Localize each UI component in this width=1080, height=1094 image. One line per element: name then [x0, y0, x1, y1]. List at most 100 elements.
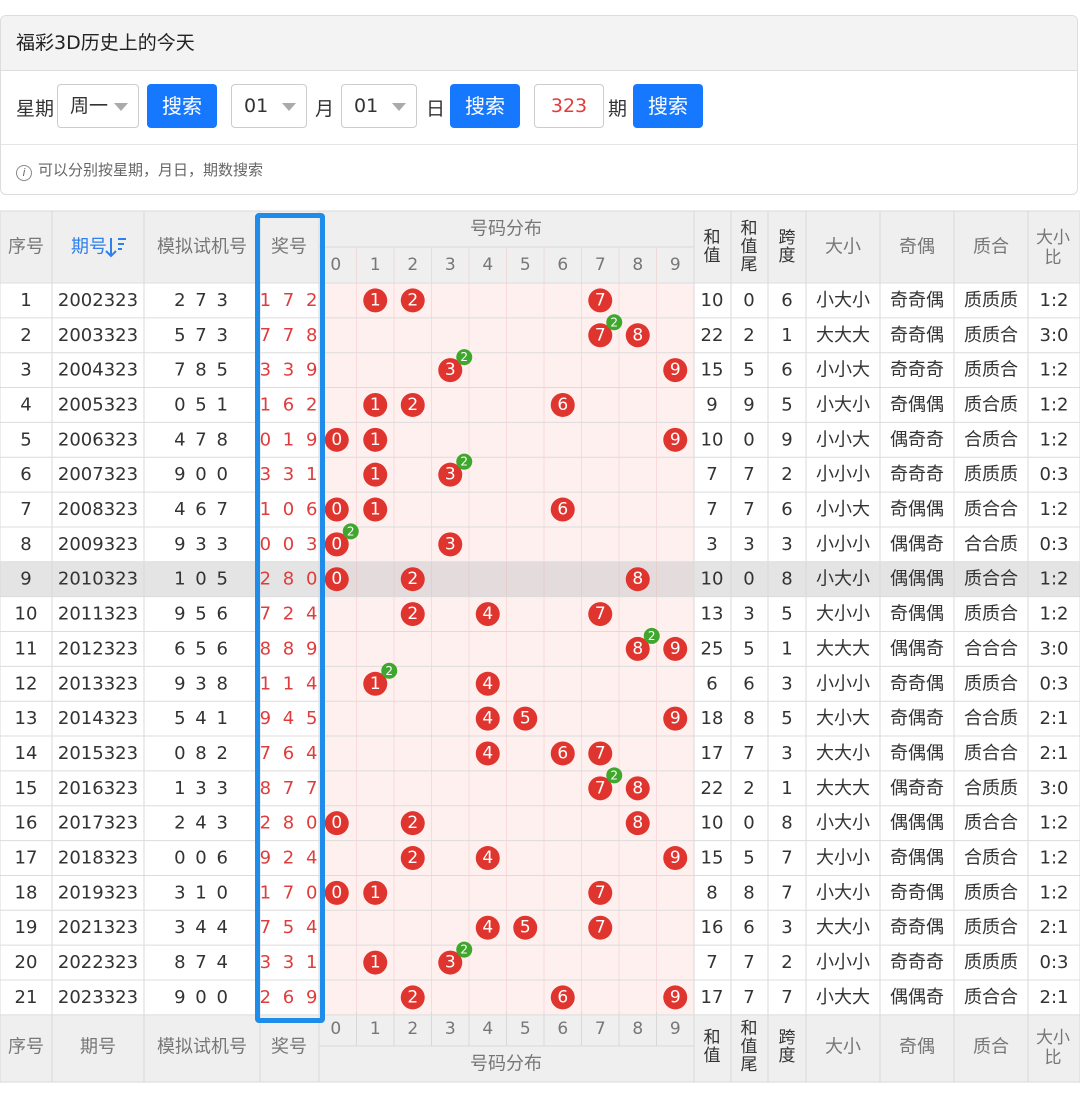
header-digit: 6: [557, 1019, 568, 1039]
cell-issue: 2016323: [58, 778, 138, 799]
header-sum: 和: [704, 228, 721, 248]
number-ball-digit: 1: [370, 953, 381, 973]
number-ball-digit: 7: [595, 604, 606, 624]
number-ball-digit: 4: [482, 848, 493, 868]
cell-prime: 质质质: [964, 290, 1018, 311]
header-size-ratio: 比: [1045, 1048, 1062, 1068]
cell-sum-tail: 7: [743, 987, 754, 1008]
number-ball-digit: 4: [482, 743, 493, 763]
cell-sum-tail: 0: [743, 813, 754, 834]
cell-ratio: 0:3: [1040, 534, 1069, 555]
repeat-badge-count: 2: [648, 629, 656, 643]
cell-issue: 2006323: [58, 429, 138, 450]
number-ball-digit: 2: [407, 569, 418, 589]
header-dist: 号码分布: [470, 1054, 542, 1075]
header-win: 奖号: [271, 237, 307, 258]
cell-sum-tail: 2: [743, 778, 754, 799]
cell-size: 小小大: [816, 499, 870, 520]
cell-size: 大小小: [816, 604, 870, 625]
header-odd-even: 奇偶: [899, 1037, 935, 1058]
cell-ratio: 1:2: [1040, 499, 1069, 520]
header-sim: 模拟试机号: [157, 237, 247, 258]
number-ball-digit: 3: [445, 465, 456, 485]
header-span: 跨: [779, 228, 796, 248]
header-digit: 1: [370, 255, 381, 275]
cell-size: 小小大: [816, 429, 870, 450]
cell-seq: 7: [20, 499, 31, 520]
cell-span: 7: [781, 882, 792, 903]
cell-size: 大小小: [816, 848, 870, 869]
cell-ratio: 1:2: [1040, 882, 1069, 903]
cell-size: 小大小: [816, 290, 870, 311]
cell-win: 3 3 9: [260, 360, 321, 381]
history-table: 序号 期号 模拟试机号 奖号号码分布0 1 2 3 4 5 6 7 8 9和值和值尾跨度 大小 奇偶 质合序号…: [0, 210, 1080, 1083]
cell-win: 1 6 2: [260, 394, 321, 415]
cell-odd-even: 奇奇偶: [890, 917, 944, 938]
cell-win: 3 3 1: [260, 464, 321, 485]
number-ball-digit: 9: [670, 709, 681, 729]
header-seq: 序号: [8, 1037, 44, 1058]
cell-sum: 7: [706, 952, 717, 973]
number-ball-digit: 9: [670, 430, 681, 450]
cell-span: 7: [781, 848, 792, 869]
repeat-badge-count: 2: [460, 350, 468, 364]
cell-size: 大大小: [816, 917, 870, 938]
cell-sum-tail: 8: [743, 882, 754, 903]
cell-seq: 21: [15, 987, 38, 1008]
cell-sim: 0 8 2: [174, 743, 230, 764]
number-ball-digit: 8: [632, 813, 643, 833]
cell-seq: 11: [15, 638, 38, 659]
cell-win: 7 6 4: [260, 743, 321, 764]
cell-odd-even: 偶偶奇: [890, 987, 944, 1008]
number-ball-digit: 1: [370, 465, 381, 485]
cell-sum: 9: [706, 394, 717, 415]
cell-span: 6: [781, 499, 792, 520]
header-seq: 序号: [8, 237, 44, 258]
number-ball-digit: 7: [595, 290, 606, 310]
cell-issue: 2018323: [58, 848, 138, 869]
header-prime: 质合: [973, 1037, 1009, 1058]
cell-issue: 2021323: [58, 917, 138, 938]
cell-sim: 9 0 0: [174, 464, 230, 485]
header-sum: 值: [704, 246, 721, 266]
number-ball-digit: 3: [445, 953, 456, 973]
cell-size: 大大大: [816, 778, 870, 799]
cell-ratio: 1:2: [1040, 813, 1069, 834]
cell-size: 大小大: [816, 708, 870, 729]
cell-issue: 2010323: [58, 569, 138, 590]
cell-win: 0 0 3: [260, 534, 321, 555]
cell-sum-tail: 6: [743, 673, 754, 694]
number-ball-digit: 6: [557, 395, 568, 415]
cell-sum-tail: 5: [743, 848, 754, 869]
cell-prime: 合质合: [964, 429, 1018, 450]
cell-ratio: 0:3: [1040, 673, 1069, 694]
number-ball-digit: 9: [670, 639, 681, 659]
cell-span: 2: [781, 464, 792, 485]
cell-seq: 1: [20, 290, 31, 311]
cell-ratio: 0:3: [1040, 952, 1069, 973]
number-ball-digit: 5: [520, 918, 531, 938]
cell-odd-even: 奇偶偶: [890, 604, 944, 625]
cell-size: 小大小: [816, 569, 870, 590]
cell-sim: 6 5 6: [174, 638, 230, 659]
cell-odd-even: 奇奇奇: [890, 952, 944, 973]
cell-issue: 2014323: [58, 708, 138, 729]
cell-sim: 2 4 3: [174, 813, 230, 834]
cell-issue: 2019323: [58, 882, 138, 903]
header-size: 大小: [825, 237, 861, 258]
cell-sum-tail: 7: [743, 464, 754, 485]
cell-prime: 质合合: [964, 499, 1018, 520]
cell-prime: 质质合: [964, 604, 1018, 625]
number-ball-digit: 3: [445, 534, 456, 554]
number-ball-digit: 7: [595, 778, 606, 798]
cell-sum-tail: 7: [743, 743, 754, 764]
header-digit: 9: [670, 255, 681, 275]
cell-issue: 2022323: [58, 952, 138, 973]
cell-span: 5: [781, 708, 792, 729]
cell-span: 6: [781, 360, 792, 381]
cell-prime: 质质质: [964, 464, 1018, 485]
cell-sim: 9 5 6: [174, 604, 230, 625]
header-span: 度: [779, 1046, 796, 1066]
number-ball-digit: 2: [407, 848, 418, 868]
cell-win: 1 0 6: [260, 499, 321, 520]
